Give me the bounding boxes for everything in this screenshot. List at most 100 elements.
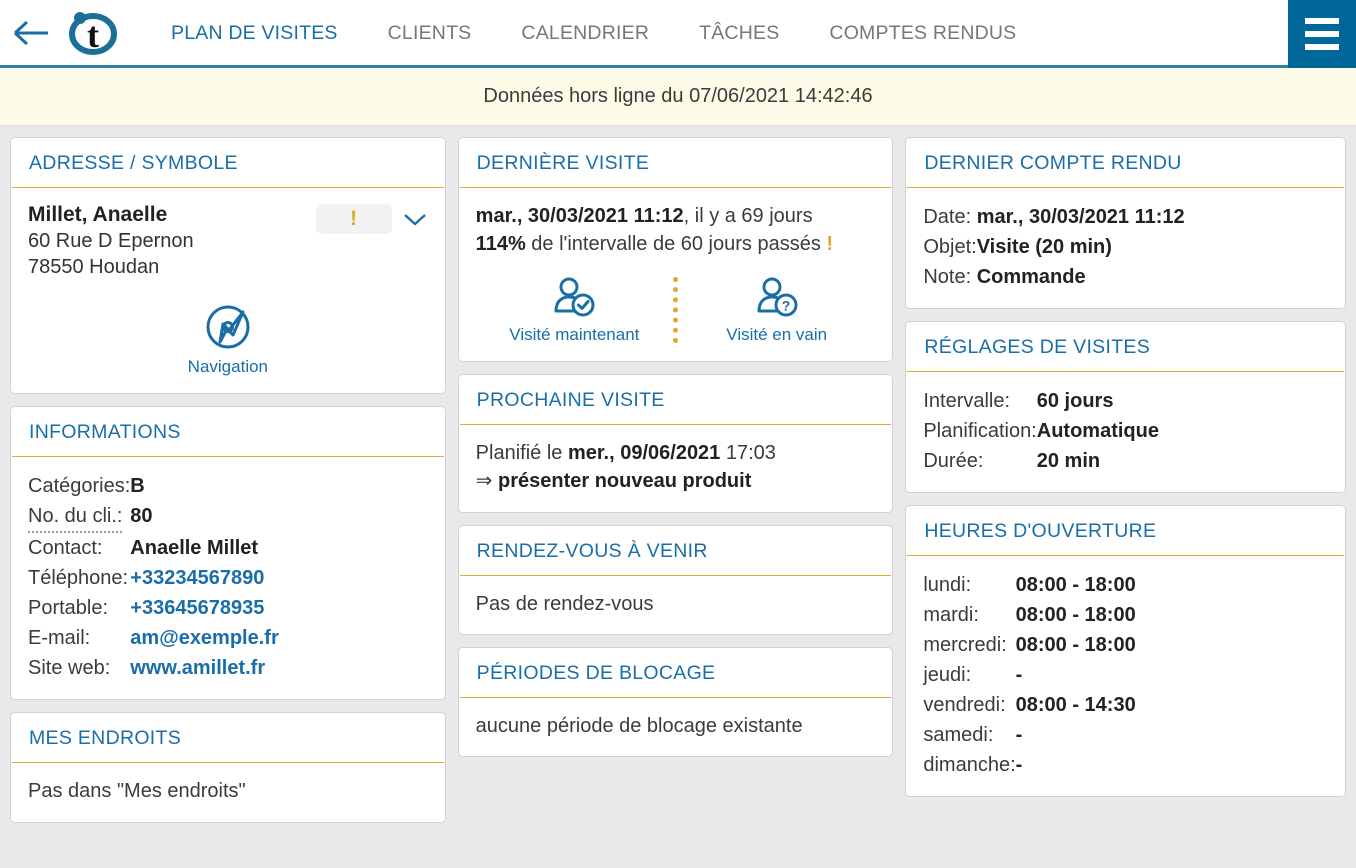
day-hours: - bbox=[1015, 754, 1023, 776]
blocage-card-title: PÉRIODES DE BLOCAGE bbox=[459, 648, 892, 698]
table-row: Objet: Visite (20 min) bbox=[923, 232, 1328, 262]
info-key: E-mail: bbox=[28, 627, 91, 650]
day-hours: 08:00 - 18:00 bbox=[1015, 604, 1136, 626]
day-key: mercredi: bbox=[923, 634, 1007, 656]
svg-text:?: ? bbox=[781, 297, 790, 313]
tab-calendrier[interactable]: CALENDRIER bbox=[496, 0, 674, 67]
derniere-visite-card: DERNIÈRE VISITE mar., 30/03/2021 11:12, … bbox=[457, 137, 894, 362]
derniere-visite-card-body: mar., 30/03/2021 11:12, il y a 69 jours … bbox=[459, 188, 893, 361]
report-key: Note: bbox=[923, 266, 972, 288]
reglages-card: RÉGLAGES DE VISITES Intervalle: 60 jours… bbox=[905, 321, 1346, 493]
right-column: DERNIER COMPTE RENDU Date: mar., 30/03/2… bbox=[905, 137, 1346, 797]
heures-ouverture-card-body: lundi: 08:00 - 18:00 mardi: 08:00 - 18:0… bbox=[906, 556, 1345, 796]
hamburger-bar bbox=[1305, 44, 1339, 50]
day-hours: 08:00 - 18:00 bbox=[1015, 574, 1136, 596]
visit-action-row: Visité maintenant ? Visité en vain bbox=[476, 275, 876, 345]
informations-card: INFORMATIONS Catégories: B No. du cli.: … bbox=[10, 406, 446, 701]
tooltip-hint[interactable]: No. du cli.: bbox=[28, 501, 123, 534]
reglages-card-body: Intervalle: 60 jours Planification: Auto… bbox=[906, 372, 1345, 492]
info-key: Contact: bbox=[28, 537, 103, 560]
next-visit-date: mer., 09/06/2021 bbox=[567, 441, 721, 464]
table-row: dimanche: - bbox=[923, 750, 1328, 780]
tab-comptes-rendus[interactable]: COMPTES RENDUS bbox=[804, 0, 1041, 67]
chevron-down-icon[interactable] bbox=[402, 211, 428, 227]
heures-ouverture-card-title: HEURES D'OUVERTURE bbox=[907, 506, 1344, 556]
address-street: 60 Rue D Epernon bbox=[28, 229, 194, 252]
app-logo: t bbox=[62, 0, 124, 67]
reglages-table: Intervalle: 60 jours Planification: Auto… bbox=[923, 386, 1328, 476]
mobile-link[interactable]: +33645678935 bbox=[130, 593, 427, 623]
informations-card-body: Catégories: B No. du cli.: 80 Contact: A… bbox=[11, 457, 445, 699]
customer-name: Millet, Anaelle bbox=[28, 203, 168, 226]
day-key: jeudi: bbox=[923, 664, 972, 686]
day-hours: - bbox=[1015, 664, 1023, 686]
info-value: 80 bbox=[130, 505, 153, 528]
mes-endroits-card: MES ENDROITS Pas dans "Mes endroits" bbox=[10, 712, 446, 823]
mes-endroits-card-title: MES ENDROITS bbox=[12, 713, 444, 764]
rendezvous-status: Pas de rendez-vous bbox=[475, 592, 654, 615]
hamburger-menu-icon[interactable] bbox=[1288, 0, 1356, 68]
visited-now-label: Visité maintenant bbox=[509, 324, 640, 344]
tab-taches[interactable]: TÂCHES bbox=[674, 0, 804, 67]
info-value: Anaelle Millet bbox=[130, 537, 259, 560]
compte-rendu-card-title: DERNIER COMPTE RENDU bbox=[907, 138, 1344, 188]
report-value: Visite (20 min) bbox=[976, 236, 1112, 258]
setting-key: Intervalle: bbox=[923, 390, 1011, 412]
last-visit-since: , il y a 69 jours bbox=[683, 205, 813, 227]
next-visit-summary: Planifié le mer., 09/06/2021 17:03 ⇒ pré… bbox=[476, 439, 876, 496]
day-key: dimanche: bbox=[923, 754, 1016, 776]
table-row: Portable: +33645678935 bbox=[28, 593, 428, 623]
tab-clients[interactable]: CLIENTS bbox=[363, 0, 497, 67]
next-visit-time: 17:03 bbox=[720, 441, 776, 464]
day-hours: - bbox=[1015, 724, 1023, 746]
reglages-card-title: RÉGLAGES DE VISITES bbox=[907, 322, 1344, 372]
back-arrow-icon[interactable] bbox=[0, 0, 62, 67]
setting-key: Durée: bbox=[923, 450, 984, 472]
heures-ouverture-card: HEURES D'OUVERTURE lundi: 08:00 - 18:00 … bbox=[905, 505, 1346, 797]
table-row: lundi: 08:00 - 18:00 bbox=[923, 570, 1328, 600]
heures-ouverture-table: lundi: 08:00 - 18:00 mardi: 08:00 - 18:0… bbox=[923, 570, 1328, 780]
left-column: ADRESSE / SYMBOLE Millet, Anaelle 60 Rue… bbox=[10, 137, 446, 823]
middle-column: DERNIÈRE VISITE mar., 30/03/2021 11:12, … bbox=[457, 137, 894, 758]
setting-key: Planification: bbox=[923, 420, 1037, 442]
rendezvous-card-body: Pas de rendez-vous bbox=[459, 576, 893, 634]
table-row: Catégories: B bbox=[28, 471, 428, 501]
info-key: Site web: bbox=[28, 657, 111, 680]
rendezvous-card-title: RENDEZ-VOUS À VENIR bbox=[459, 526, 892, 576]
address-block: Millet, Anaelle 60 Rue D Epernon 78550 H… bbox=[28, 202, 194, 280]
rendezvous-card: RENDEZ-VOUS À VENIR Pas de rendez-vous bbox=[457, 524, 894, 635]
alert-status-badge[interactable]: ! bbox=[315, 204, 392, 234]
day-key: vendredi: bbox=[923, 694, 1006, 716]
email-link[interactable]: am@exemple.fr bbox=[130, 623, 427, 653]
informations-card-title: INFORMATIONS bbox=[12, 407, 444, 458]
website-link[interactable]: www.amillet.fr bbox=[130, 653, 427, 683]
setting-value: 20 min bbox=[1036, 450, 1101, 472]
info-key: Portable: bbox=[28, 597, 109, 620]
mes-endroits-card-body: Pas dans "Mes endroits" bbox=[11, 763, 445, 821]
report-value: Commande bbox=[976, 266, 1086, 288]
visited-now-button[interactable]: Visité maintenant bbox=[476, 275, 673, 345]
table-row: Site web: www.amillet.fr bbox=[28, 653, 428, 683]
tab-plan-de-visites[interactable]: PLAN DE VISITES bbox=[146, 0, 363, 67]
address-card-body: Millet, Anaelle 60 Rue D Epernon 78550 H… bbox=[11, 188, 445, 393]
prochaine-visite-card: PROCHAINE VISITE Planifié le mer., 09/06… bbox=[457, 373, 894, 513]
day-key: mardi: bbox=[923, 604, 979, 626]
setting-value: 60 jours bbox=[1036, 390, 1114, 412]
table-row: jeudi: - bbox=[923, 660, 1328, 690]
visited-in-vain-label: Visité en vain bbox=[726, 324, 828, 344]
navigation-button[interactable]: Navigation bbox=[28, 302, 428, 377]
app-header: t PLAN DE VISITES CLIENTS CALENDRIER TÂC… bbox=[0, 0, 1356, 68]
next-visit-prefix: Planifié le bbox=[475, 441, 568, 464]
next-visit-note: présenter nouveau produit bbox=[498, 470, 752, 493]
table-row: Durée: 20 min bbox=[923, 446, 1328, 476]
phone-link[interactable]: +33234567890 bbox=[130, 563, 427, 593]
last-visit-summary: mar., 30/03/2021 11:12, il y a 69 jours … bbox=[476, 202, 876, 259]
address-card-title: ADRESSE / SYMBOLE bbox=[12, 138, 444, 188]
person-check-icon bbox=[554, 277, 595, 317]
last-visit-interval: de l'intervalle de 60 jours passés bbox=[525, 233, 827, 256]
blocage-status: aucune période de blocage existante bbox=[475, 714, 803, 737]
mes-endroits-status: Pas dans "Mes endroits" bbox=[28, 780, 246, 803]
address-actions: ! bbox=[315, 202, 428, 234]
navigation-label: Navigation bbox=[187, 357, 268, 377]
visited-in-vain-button[interactable]: ? Visité en vain bbox=[678, 275, 875, 345]
